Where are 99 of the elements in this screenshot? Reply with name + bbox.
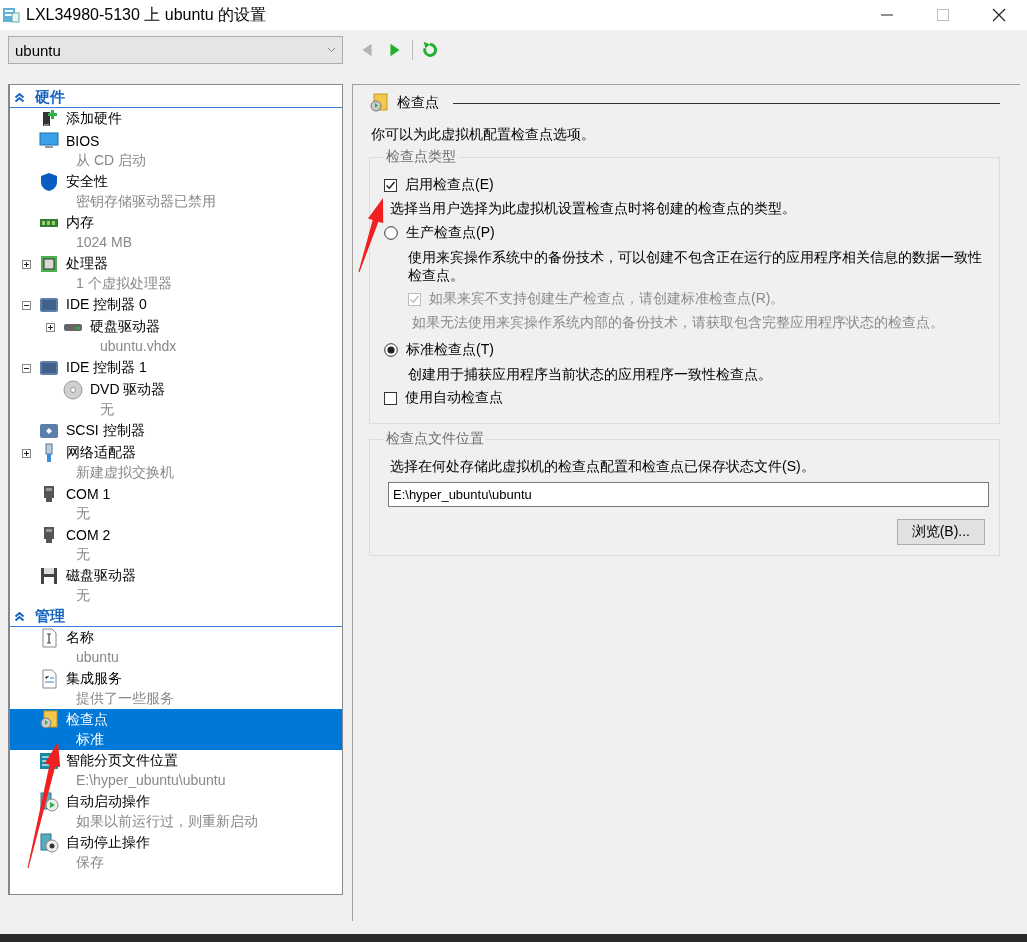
tree-item[interactable]: 检查点 标准 bbox=[10, 709, 342, 750]
item-label: 自动启动操作 bbox=[66, 793, 150, 811]
section-header[interactable]: 管理 bbox=[35, 606, 65, 626]
item-label: DVD 驱动器 bbox=[90, 381, 166, 399]
disc-icon bbox=[63, 380, 83, 400]
tree-item[interactable]: IDE 控制器 1 bbox=[10, 357, 342, 379]
expand-icon[interactable] bbox=[46, 322, 55, 332]
tree-item[interactable]: 网络适配器 新建虚拟交换机 bbox=[10, 442, 342, 483]
item-label: 磁盘驱动器 bbox=[66, 567, 136, 585]
radio-button[interactable] bbox=[384, 343, 398, 357]
item-label: 硬盘驱动器 bbox=[90, 318, 160, 336]
section-header[interactable]: 硬件 bbox=[35, 87, 65, 107]
item-detail: 标准 bbox=[76, 731, 104, 747]
tree-item[interactable]: 名称 ubuntu bbox=[10, 627, 342, 668]
checklist-icon bbox=[39, 669, 59, 689]
tree-item[interactable]: 硬盘驱动器 ubuntu.vhdx bbox=[10, 316, 342, 357]
document-icon bbox=[39, 628, 59, 648]
tree-item[interactable]: 自动停止操作 保存 bbox=[10, 832, 342, 873]
controller-icon bbox=[39, 295, 59, 315]
item-detail: 无 bbox=[76, 505, 90, 521]
tree-item[interactable]: COM 1 无 bbox=[10, 483, 342, 524]
item-detail: 密钥存储驱动器已禁用 bbox=[76, 193, 216, 209]
radio-label[interactable]: 生产检查点(P) bbox=[406, 224, 495, 242]
item-label: 添加硬件 bbox=[66, 110, 122, 128]
tree-item[interactable]: 内存 1024 MB bbox=[10, 212, 342, 253]
chevron-down-icon bbox=[327, 47, 336, 53]
item-label: 名称 bbox=[66, 629, 94, 647]
item-label: COM 2 bbox=[66, 527, 111, 543]
group-title: 检查点文件位置 bbox=[385, 430, 485, 448]
option-note: 如果无法使用来宾操作系统内部的备份技术，请获取包含完整应用程序状态的检查点。 bbox=[412, 314, 945, 331]
item-label: 内存 bbox=[66, 214, 94, 232]
tree-item[interactable]: 磁盘驱动器 无 bbox=[10, 565, 342, 606]
item-detail: 1024 MB bbox=[76, 234, 133, 250]
item-detail: 新建虚拟交换机 bbox=[76, 464, 174, 480]
radio-label[interactable]: 标准检查点(T) bbox=[406, 341, 494, 359]
item-label: IDE 控制器 1 bbox=[66, 359, 147, 377]
item-detail: 保存 bbox=[76, 854, 104, 870]
item-detail: ubuntu bbox=[76, 649, 119, 665]
panel-title: 检查点 bbox=[397, 94, 439, 112]
tree-item[interactable]: IDE 控制器 0 bbox=[10, 294, 342, 316]
option-description: 创建用于捕获应用程序当前状态的应用程序一致性检查点。 bbox=[408, 365, 773, 383]
shield-icon bbox=[39, 172, 59, 192]
monitor-icon bbox=[39, 131, 59, 151]
item-label: SCSI 控制器 bbox=[66, 422, 145, 440]
collapse-icon[interactable] bbox=[22, 363, 31, 373]
radio-button[interactable] bbox=[384, 226, 398, 240]
item-label: 自动停止操作 bbox=[66, 834, 150, 852]
vm-dropdown[interactable]: ubuntu bbox=[8, 36, 343, 64]
maximize-icon bbox=[937, 9, 949, 21]
item-detail: 从 CD 启动 bbox=[76, 152, 146, 168]
tree-item[interactable]: 安全性 密钥存储驱动器已禁用 bbox=[10, 171, 342, 212]
item-detail: 无 bbox=[100, 401, 114, 417]
field-label: 选择在何处存储此虚拟机的检查点配置和检查点已保存状态文件(S)。 bbox=[390, 458, 816, 476]
tree-item[interactable]: 处理器 1 个虚拟处理器 bbox=[10, 253, 342, 294]
controller-icon bbox=[39, 421, 59, 441]
item-label: 处理器 bbox=[66, 255, 108, 273]
item-detail: ubuntu.vhdx bbox=[100, 338, 177, 354]
path-field[interactable]: E:\hyper_ubuntu\ubuntu bbox=[388, 482, 989, 507]
checkbox-label[interactable]: 启用检查点(E) bbox=[405, 176, 494, 194]
item-label: 网络适配器 bbox=[66, 444, 136, 462]
collapse-icon[interactable] bbox=[22, 300, 31, 310]
tree-item[interactable]: 集成服务 提供了一些服务 bbox=[10, 668, 342, 709]
checkbox[interactable] bbox=[384, 178, 397, 192]
item-label: BIOS bbox=[66, 133, 100, 149]
intro-text: 你可以为此虚拟机配置检查点选项。 bbox=[371, 126, 596, 144]
item-detail: 无 bbox=[76, 546, 90, 562]
tree-item[interactable]: COM 2 无 bbox=[10, 524, 342, 565]
controller-icon bbox=[39, 358, 59, 378]
hint-text: 选择当用户选择为此虚拟机设置检查点时将创建的检查点的类型。 bbox=[390, 200, 797, 218]
checkpoint-icon bbox=[39, 710, 59, 730]
tree-item[interactable]: SCSI 控制器 bbox=[10, 420, 342, 442]
browse-button[interactable]: 浏览(B)... bbox=[896, 519, 985, 545]
checkbox[interactable] bbox=[384, 391, 397, 405]
stop-action-icon bbox=[39, 833, 59, 853]
checkbox-label[interactable]: 使用自动检查点 bbox=[405, 389, 503, 407]
item-label: 安全性 bbox=[66, 173, 108, 191]
floppy-icon bbox=[39, 566, 59, 586]
item-detail: 如果以前运行过，则重新启动 bbox=[76, 813, 258, 829]
close-icon bbox=[992, 8, 1006, 22]
checkpoint-icon bbox=[369, 93, 389, 113]
tree-item[interactable]: 添加硬件 bbox=[10, 108, 342, 130]
expand-icon[interactable] bbox=[22, 259, 31, 269]
item-label: 智能分页文件位置 bbox=[66, 752, 178, 770]
item-detail: 1 个虚拟处理器 bbox=[76, 275, 172, 291]
group-title: 检查点类型 bbox=[385, 148, 457, 166]
item-detail: E:\hyper_ubuntu\ubuntu bbox=[76, 772, 226, 788]
tree-item[interactable]: BIOS 从 CD 启动 bbox=[10, 130, 342, 171]
refresh-icon bbox=[420, 40, 440, 60]
item-detail: 提供了一些服务 bbox=[76, 690, 174, 706]
window-title: LXL34980-5130 上 ubuntu 的设置 bbox=[26, 4, 268, 25]
option-description: 使用来宾操作系统中的备份技术，可以创建不包含正在运行的应用程序相关信息的数据一致性检查点。 bbox=[408, 248, 983, 284]
item-label: 检查点 bbox=[66, 711, 108, 729]
item-label: IDE 控制器 0 bbox=[66, 296, 147, 314]
chip-icon bbox=[39, 254, 59, 274]
item-detail: 无 bbox=[76, 587, 90, 603]
tree-item[interactable]: DVD 驱动器 无 bbox=[10, 379, 342, 420]
item-label: 集成服务 bbox=[66, 670, 122, 688]
expand-icon[interactable] bbox=[22, 448, 31, 458]
item-label: COM 1 bbox=[66, 486, 111, 502]
